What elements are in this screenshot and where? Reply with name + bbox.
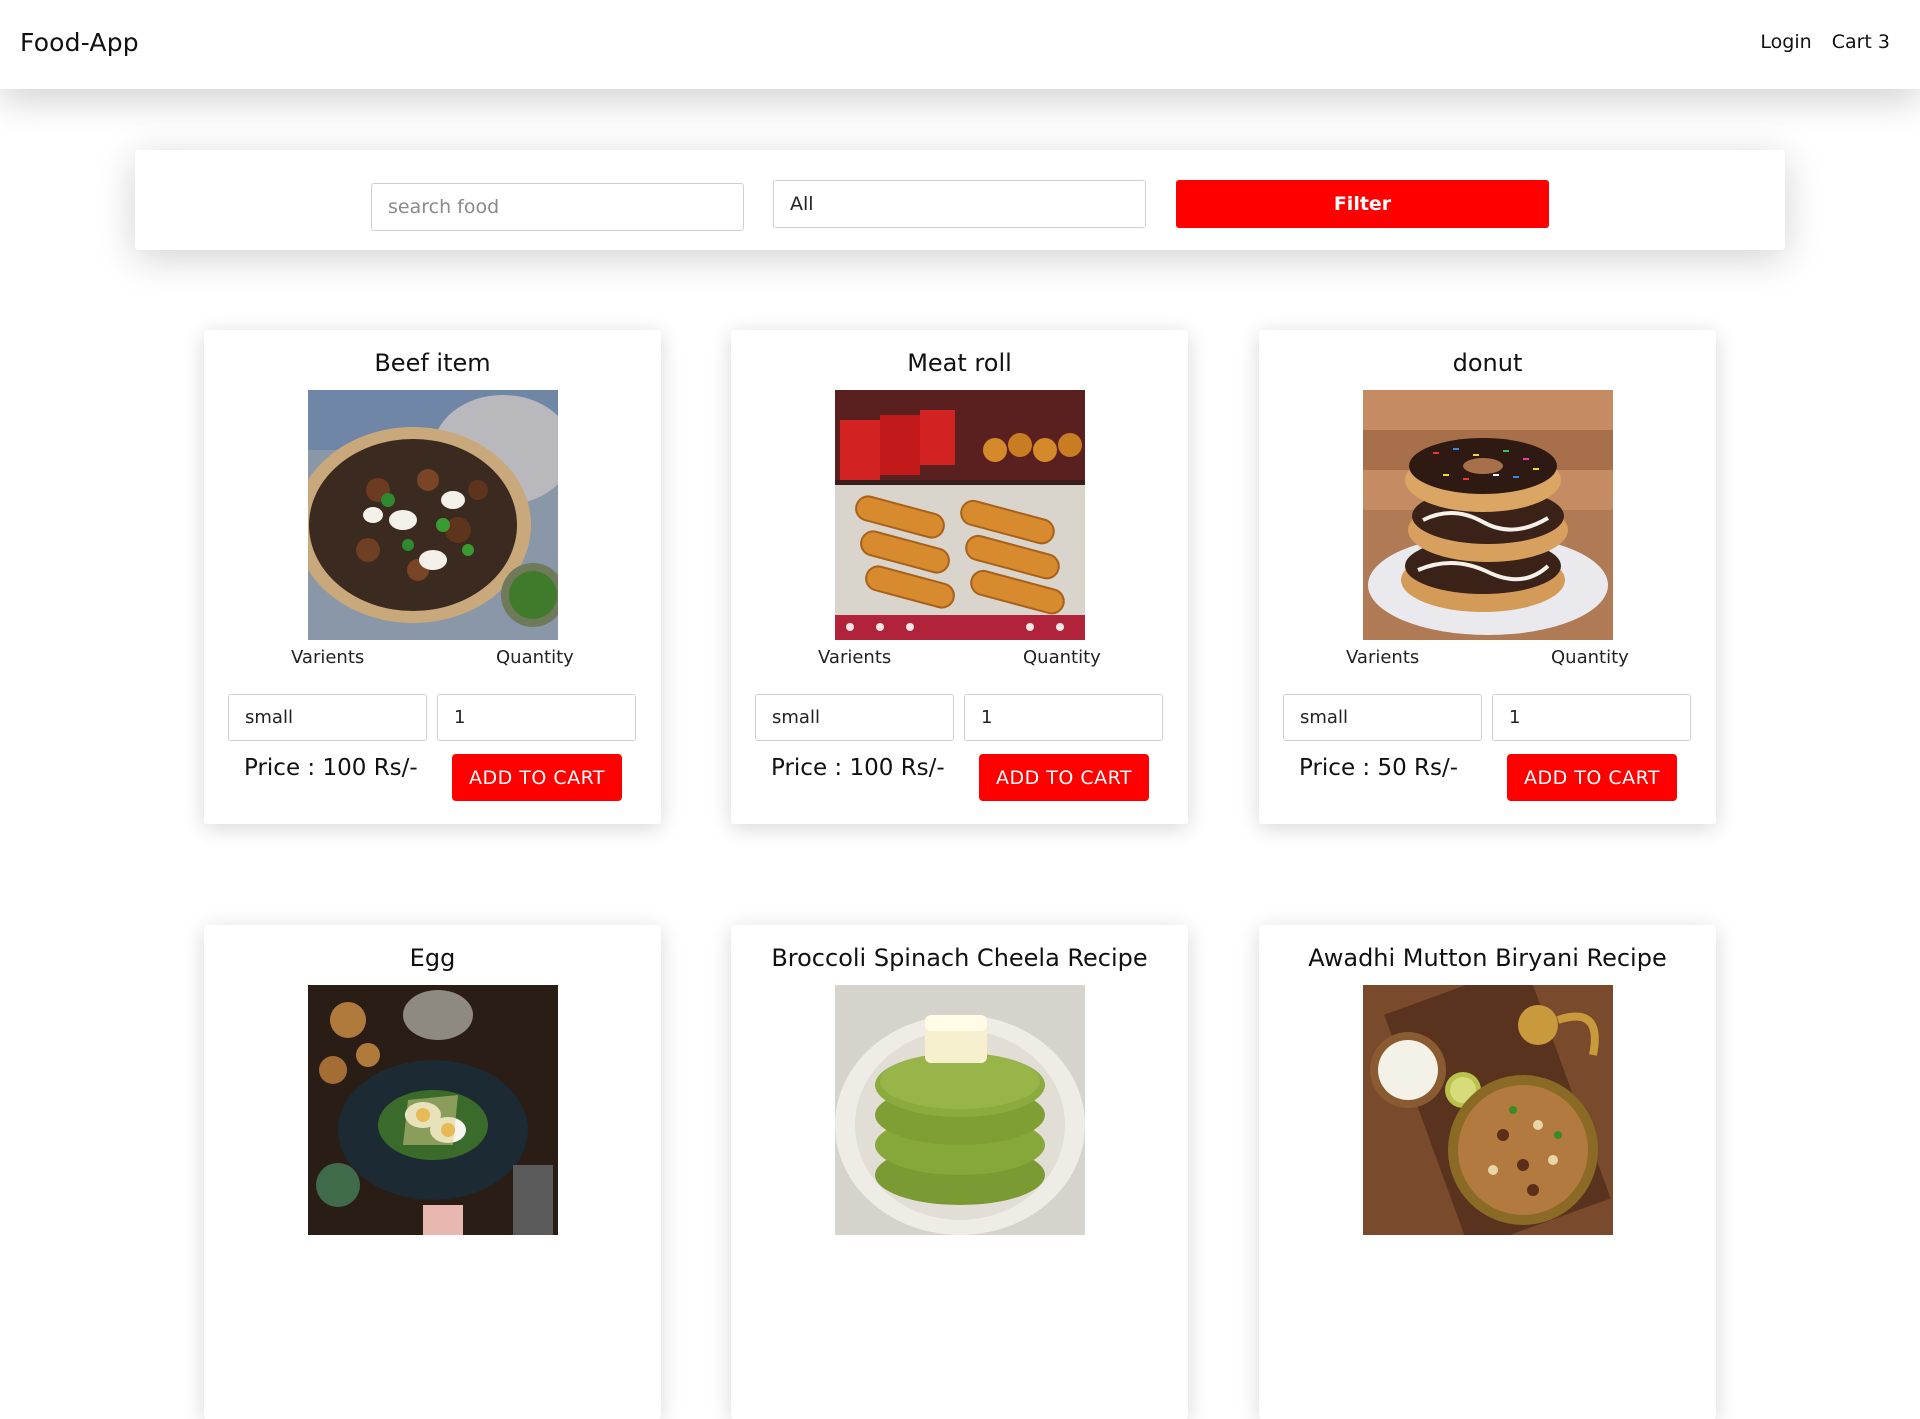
food-title: Beef item <box>374 349 491 377</box>
variants-label: Varients <box>818 647 892 668</box>
cheela-image <box>835 985 1085 1235</box>
variants-label: Varients <box>1346 647 1420 668</box>
meat-roll-image <box>835 390 1085 640</box>
donut-image <box>1363 390 1613 640</box>
food-card: Awadhi Mutton Biryani Recipe <box>1259 925 1716 1419</box>
food-title: Broccoli Spinach Cheela Recipe <box>771 944 1148 972</box>
variant-select[interactable]: small <box>228 694 427 741</box>
login-link[interactable]: Login <box>1760 31 1811 53</box>
quantity-label: Quantity <box>1023 647 1101 668</box>
food-card: Egg <box>204 925 661 1419</box>
food-title: Meat roll <box>907 349 1012 377</box>
quantity-label: Quantity <box>1551 647 1629 668</box>
quantity-select[interactable]: 1 <box>437 694 636 741</box>
add-to-cart-button[interactable]: ADD TO CART <box>979 754 1149 801</box>
filter-bar: All Filter <box>135 150 1785 250</box>
food-title: Awadhi Mutton Biryani Recipe <box>1308 944 1667 972</box>
search-input[interactable] <box>371 183 744 231</box>
variants-label: Varients <box>291 647 365 668</box>
add-to-cart-button[interactable]: ADD TO CART <box>1507 754 1677 801</box>
brand-logo[interactable]: Food-App <box>20 28 139 57</box>
egg-dish-image <box>308 985 558 1235</box>
biryani-image <box>1363 985 1613 1235</box>
price-text: Price : 100 Rs/- <box>244 755 418 781</box>
food-card: donut Varients Quantity small 1 Price: … <box>1259 330 1716 824</box>
food-title: donut <box>1452 349 1523 377</box>
food-card: Meat roll Varients Quantity small 1 Pric… <box>731 330 1188 824</box>
nav-links: Login Cart 3 <box>1760 31 1890 53</box>
food-card: Broccoli Spinach Cheela Recipe <box>731 925 1188 1419</box>
quantity-label: Quantity <box>496 647 574 668</box>
add-to-cart-button[interactable]: ADD TO CART <box>452 754 622 801</box>
category-select[interactable]: All <box>773 180 1146 228</box>
food-card: Beef item Varients Quantity small 1 Pric… <box>204 330 661 824</box>
navbar: Food-App Login Cart 3 <box>0 0 1920 89</box>
filter-button[interactable]: Filter <box>1176 180 1549 228</box>
variant-select[interactable]: small <box>755 694 954 741</box>
beef-dish-image <box>308 390 558 640</box>
quantity-select[interactable]: 1 <box>1492 694 1691 741</box>
price-text: Price : 100 Rs/- <box>771 755 945 781</box>
food-title: Egg <box>409 944 456 972</box>
price-text: Price : 50 Rs/- <box>1299 755 1459 781</box>
cart-link[interactable]: Cart 3 <box>1832 31 1890 53</box>
quantity-select[interactable]: 1 <box>964 694 1163 741</box>
variant-select[interactable]: small <box>1283 694 1482 741</box>
